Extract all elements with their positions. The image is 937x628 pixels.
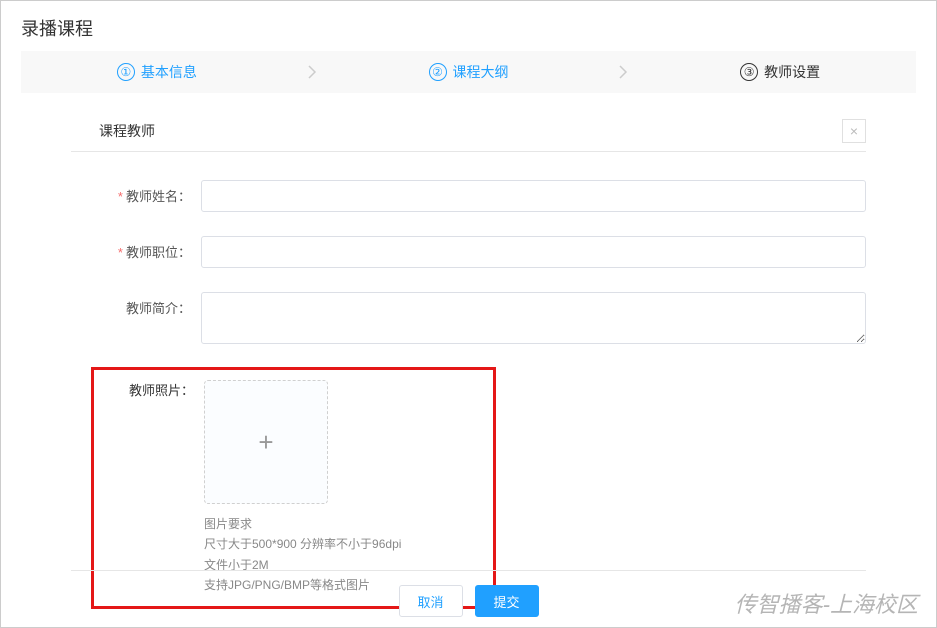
label-teacher-photo: 教师照片： bbox=[98, 380, 204, 399]
step-chevron-icon bbox=[604, 65, 644, 79]
step-num-3: ③ bbox=[740, 63, 758, 81]
page-title: 录播课程 bbox=[1, 1, 936, 51]
teacher-name-input[interactable] bbox=[201, 180, 866, 212]
section-title: 课程教师 bbox=[71, 121, 155, 141]
row-teacher-photo: 教师照片： + 图片要求 尺寸大于500*900 分辨率不小于96dpi 文件小… bbox=[98, 380, 485, 596]
step-label: 基本信息 bbox=[141, 62, 197, 82]
section-header: 课程教师 × bbox=[71, 111, 866, 152]
cancel-button[interactable]: 取消 bbox=[399, 585, 463, 617]
footer-actions: 取消 提交 bbox=[71, 570, 866, 617]
hint-title: 图片要求 bbox=[204, 514, 485, 534]
step-course-outline[interactable]: ② 课程大纲 bbox=[333, 62, 605, 82]
row-teacher-intro: 教师简介： bbox=[71, 292, 866, 349]
teacher-section: 课程教师 × *教师姓名： *教师职位： 教师简介： 教师照片： bbox=[71, 111, 866, 609]
step-num-2: ② bbox=[429, 63, 447, 81]
submit-button[interactable]: 提交 bbox=[475, 585, 539, 617]
row-teacher-name: *教师姓名： bbox=[71, 180, 866, 212]
plus-icon: + bbox=[258, 429, 273, 455]
close-button[interactable]: × bbox=[842, 119, 866, 143]
label-teacher-name: *教师姓名： bbox=[71, 180, 201, 205]
label-teacher-title: *教师职位： bbox=[71, 236, 201, 261]
teacher-title-input[interactable] bbox=[201, 236, 866, 268]
close-icon: × bbox=[850, 123, 858, 139]
hint-line: 尺寸大于500*900 分辨率不小于96dpi bbox=[204, 534, 485, 554]
step-chevron-icon bbox=[293, 65, 333, 79]
step-label: 课程大纲 bbox=[453, 62, 509, 82]
row-teacher-title: *教师职位： bbox=[71, 236, 866, 268]
step-num-1: ① bbox=[117, 63, 135, 81]
teacher-intro-textarea[interactable] bbox=[201, 292, 866, 344]
teacher-form: *教师姓名： *教师职位： 教师简介： 教师照片： + bbox=[71, 152, 866, 609]
step-basic-info[interactable]: ① 基本信息 bbox=[21, 62, 293, 82]
label-teacher-intro: 教师简介： bbox=[71, 292, 201, 317]
step-teacher-settings[interactable]: ③ 教师设置 bbox=[644, 62, 916, 82]
steps-bar: ① 基本信息 ② 课程大纲 ③ 教师设置 bbox=[21, 51, 916, 93]
step-label: 教师设置 bbox=[764, 62, 820, 82]
photo-upload-box[interactable]: + bbox=[204, 380, 328, 504]
